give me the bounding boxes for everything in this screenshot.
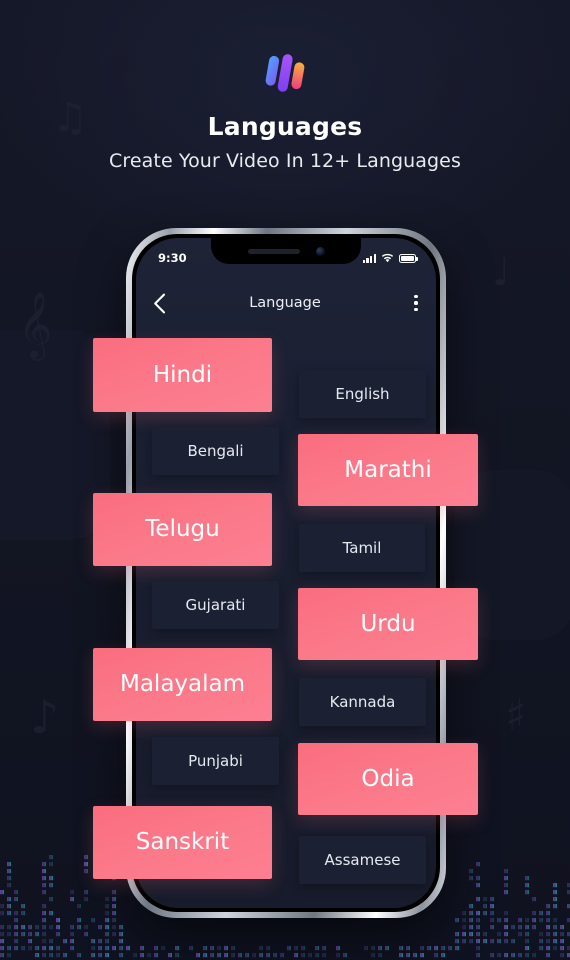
phone-notch: [211, 238, 361, 264]
music-note-icon-4: ♯: [505, 690, 527, 741]
app-promo-screen: ♫ 𝄞 ♪ ♩ ♯ Languages Create Your Video In…: [0, 0, 570, 960]
music-note-icon-2: ♪: [30, 690, 60, 744]
music-note-icon-3: ♩: [492, 250, 510, 294]
language-chip-malayalam[interactable]: Malayalam: [93, 648, 272, 721]
app-bar: Language: [136, 280, 436, 326]
language-chip-odia[interactable]: Odia: [298, 743, 478, 815]
more-vertical-icon-dot2: [414, 301, 418, 305]
language-chip-kannada[interactable]: Kannada: [299, 678, 426, 726]
language-chip-hindi[interactable]: Hindi: [93, 338, 272, 412]
language-chip-urdu[interactable]: Urdu: [298, 588, 478, 660]
language-chip-gujarati[interactable]: Gujarati: [152, 581, 279, 629]
app-logo-bars-icon: [265, 54, 305, 92]
more-vertical-icon: [414, 295, 418, 299]
treble-clef-icon: 𝄞: [18, 290, 53, 358]
more-vertical-icon-dot3: [414, 307, 418, 311]
language-chip-sanskrit[interactable]: Sanskrit: [93, 806, 272, 879]
more-options-button[interactable]: [396, 295, 436, 311]
status-icons: [362, 253, 418, 263]
language-chip-tamil[interactable]: Tamil: [299, 524, 425, 572]
signal-bars-icon: [362, 253, 376, 263]
language-chip-english[interactable]: English: [299, 370, 426, 418]
page-title: Languages: [207, 112, 363, 141]
status-time: 9:30: [158, 251, 187, 265]
battery-full-icon: [399, 253, 418, 263]
page-subtitle: Create Your Video In 12+ Languages: [109, 150, 461, 172]
language-chip-telugu[interactable]: Telugu: [93, 493, 272, 566]
earpiece-speaker-icon: [247, 248, 300, 254]
app-bar-title: Language: [249, 295, 321, 311]
chevron-left-icon: [153, 293, 165, 313]
wifi-icon: [381, 253, 394, 263]
promo-header: Languages Create Your Video In 12+ Langu…: [0, 0, 570, 172]
language-chip-assamese[interactable]: Assamese: [299, 836, 426, 884]
front-camera-icon: [315, 246, 325, 256]
language-chip-punjabi[interactable]: Punjabi: [152, 737, 279, 785]
language-chip-bengali[interactable]: Bengali: [152, 427, 279, 475]
language-chip-marathi[interactable]: Marathi: [298, 434, 478, 506]
